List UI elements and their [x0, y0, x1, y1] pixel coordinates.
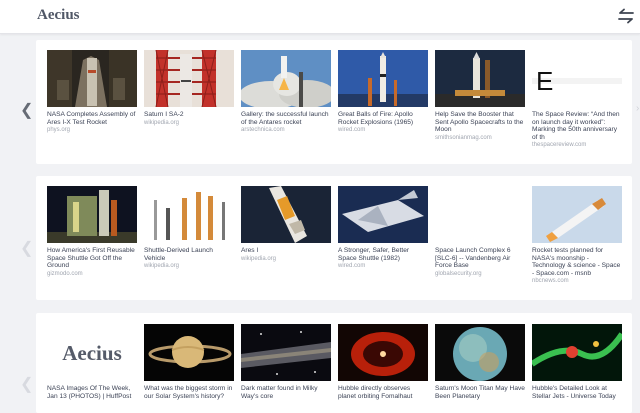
image-card[interactable]: Great Balls of Fire: Apollo Rocket Explo…: [338, 50, 428, 133]
card-title[interactable]: Ares I: [241, 247, 331, 255]
thumbnail-image[interactable]: Aecius: [47, 324, 137, 381]
image-card[interactable]: Saturn I SA-2 wikipedia.org: [144, 50, 234, 126]
thumbnail-image[interactable]: [241, 324, 331, 381]
card-title[interactable]: The Space Review: “And then on launch da…: [532, 111, 622, 141]
card-title[interactable]: NASA Images Of The Week, Jan 13 (PHOTOS)…: [47, 385, 137, 400]
image-row-3: Aecius NASA Images Of The Week, Jan 13 (…: [36, 313, 632, 413]
image-row-1: NASA Completes Assembly of Ares I-X Test…: [36, 40, 632, 164]
card-source: arstechnica.com: [241, 127, 285, 133]
image-card[interactable]: Dark matter found in Milky Way's core: [241, 324, 331, 400]
carousel-next-button[interactable]: ›: [636, 103, 639, 114]
image-card[interactable]: NASA Completes Assembly of Ares I-X Test…: [47, 50, 137, 133]
card-source: globalsecurity.org: [435, 270, 482, 277]
thumbnail-image[interactable]: [241, 50, 331, 107]
card-source: wikipedia.org: [144, 263, 180, 269]
card-source: gizmodo.com: [47, 270, 83, 277]
thumbnail-image[interactable]: [435, 324, 525, 381]
image-card[interactable]: Hubble's Detailed Look at Stellar Jets -…: [532, 324, 622, 400]
thumbnail-image[interactable]: [47, 186, 137, 243]
card-title[interactable]: A Stronger, Safer, Better Space Shuttle …: [338, 247, 428, 262]
thumbnail-image[interactable]: [532, 186, 622, 243]
aecius-logo-text: Aecius: [62, 341, 122, 365]
card-source: smithsonianmag.com: [435, 134, 492, 141]
thumbnail-image[interactable]: [241, 186, 331, 243]
image-row-2: How America's First Reusable Space Shutt…: [36, 176, 632, 300]
card-title[interactable]: Rocket tests planned for NASA's moonship…: [532, 247, 622, 277]
image-card[interactable]: Hubble directly observes planet orbiting…: [338, 324, 428, 400]
card-title[interactable]: Dark matter found in Milky Way's core: [241, 385, 331, 400]
card-title[interactable]: Space Launch Complex 6 [SLC-6] -- Vanden…: [435, 247, 525, 270]
card-title[interactable]: Help Save the Booster that Sent Apollo S…: [435, 111, 525, 134]
image-card[interactable]: What was the biggest storm in our Solar …: [144, 324, 234, 400]
image-card[interactable]: Shuttle-Derived Launch Vehicle wikipedia…: [144, 186, 234, 269]
carousel-prev-button[interactable]: ❮: [20, 241, 33, 257]
thumbnail-image[interactable]: [338, 324, 428, 381]
card-title[interactable]: Hubble's Detailed Look at Stellar Jets -…: [532, 385, 622, 400]
card-title[interactable]: Saturn's Moon Titan May Have Been Planet…: [435, 385, 525, 400]
thumbnail-image[interactable]: [144, 324, 234, 381]
image-card[interactable]: Rocket tests planned for NASA's moonship…: [532, 186, 622, 284]
card-source: wikipedia.org: [241, 255, 277, 262]
thumbnail-image[interactable]: [532, 324, 622, 381]
card-title[interactable]: Saturn I SA-2: [144, 111, 234, 119]
logo-letter: E: [536, 66, 553, 96]
thumbnail-image[interactable]: [47, 50, 137, 107]
thumbnail-image[interactable]: [435, 186, 525, 243]
thumbnail-image[interactable]: [338, 50, 428, 107]
thumbnail-image[interactable]: E: [532, 50, 622, 107]
image-card[interactable]: Ares I wikipedia.org: [241, 186, 331, 262]
card-title[interactable]: Hubble directly observes planet orbiting…: [338, 385, 428, 400]
image-card[interactable]: A Stronger, Safer, Better Space Shuttle …: [338, 186, 428, 269]
card-title[interactable]: NASA Completes Assembly of Ares I-X Test…: [47, 111, 137, 126]
swap-arrows-icon[interactable]: [617, 8, 635, 24]
card-source: wired.com: [338, 263, 366, 269]
card-title[interactable]: How America's First Reusable Space Shutt…: [47, 247, 137, 270]
card-title[interactable]: Gallery: the successful launch of the An…: [241, 111, 331, 126]
card-title[interactable]: What was the biggest storm in our Solar …: [144, 385, 234, 400]
card-source: thespacereview.com: [532, 142, 587, 148]
thumbnail-image[interactable]: [144, 186, 234, 243]
card-title[interactable]: Shuttle-Derived Launch Vehicle: [144, 247, 234, 262]
image-card[interactable]: Saturn's Moon Titan May Have Been Planet…: [435, 324, 525, 400]
image-card[interactable]: How America's First Reusable Space Shutt…: [47, 186, 137, 277]
image-card[interactable]: Space Launch Complex 6 [SLC-6] -- Vanden…: [435, 186, 525, 277]
card-source: wired.com: [338, 127, 366, 133]
image-card[interactable]: Gallery: the successful launch of the An…: [241, 50, 331, 133]
card-source: wikipedia.org: [144, 119, 180, 126]
app-title: Aecius: [37, 7, 80, 23]
card-title[interactable]: Great Balls of Fire: Apollo Rocket Explo…: [338, 111, 428, 126]
carousel-prev-button[interactable]: ❮: [20, 103, 33, 119]
image-card[interactable]: Help Save the Booster that Sent Apollo S…: [435, 50, 525, 141]
image-card[interactable]: Aecius NASA Images Of The Week, Jan 13 (…: [47, 324, 137, 400]
card-source: phys.org: [47, 127, 71, 133]
thumbnail-image[interactable]: [144, 50, 234, 107]
thumbnail-image[interactable]: [435, 50, 525, 107]
carousel-prev-button[interactable]: ❮: [20, 377, 33, 393]
thumbnail-image[interactable]: [338, 186, 428, 243]
app-header: Aecius: [0, 0, 640, 34]
image-card[interactable]: E The Space Review: “And then on launch …: [532, 50, 622, 148]
card-source: nbcnews.com: [532, 278, 569, 284]
